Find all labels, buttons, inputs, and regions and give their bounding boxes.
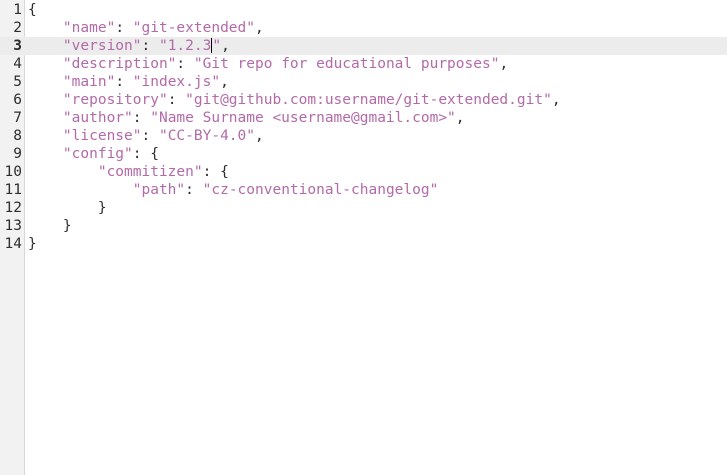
line-code[interactable]: { [28, 1, 37, 19]
json-punctuation-token: , [551, 92, 561, 108]
json-punctuation-token: , [455, 110, 465, 126]
line-number: 9 [13, 146, 22, 162]
line-code[interactable]: "description": "Git repo for educational… [28, 55, 508, 73]
json-string-token: "commitizen" [97, 164, 203, 180]
line-code[interactable]: } [28, 235, 37, 253]
code-line[interactable]: 10 "commitizen": { [0, 163, 727, 181]
json-punctuation-token: : [176, 56, 194, 72]
json-punctuation-token: } [28, 236, 37, 252]
json-punctuation-token: : { [202, 164, 229, 180]
json-string-token: "license" [62, 128, 142, 144]
json-punctuation-token: , [255, 128, 264, 144]
line-number: 14 [4, 236, 22, 252]
json-string-token: "config" [62, 146, 133, 162]
json-punctuation-token [28, 92, 63, 108]
code-line[interactable]: 6 "repository": "git@github.com:username… [0, 91, 727, 109]
line-number: 13 [4, 218, 22, 234]
json-string-token: " [212, 38, 222, 54]
line-number: 7 [13, 110, 22, 126]
json-punctuation-token [28, 128, 63, 144]
json-punctuation-token: : [141, 38, 159, 54]
code-line[interactable]: 12 } [0, 199, 727, 217]
json-string-token: "git@github.com:username/git-extended.gi… [185, 92, 552, 108]
json-string-token: "name" [62, 20, 116, 36]
code-line[interactable]: 9 "config": { [0, 145, 727, 163]
json-punctuation-token [28, 20, 63, 36]
json-punctuation-token: : [185, 182, 203, 198]
json-punctuation-token: , [220, 74, 229, 90]
json-punctuation-token [28, 38, 63, 54]
code-line[interactable]: 3 "version": "1.2.3", [0, 37, 727, 55]
line-code[interactable]: } [28, 199, 107, 217]
json-punctuation-token [28, 56, 63, 72]
json-punctuation-token: , [255, 20, 264, 36]
code-editor[interactable]: 1{2 "name": "git-extended", 3 "version": … [0, 0, 727, 475]
line-number: 12 [4, 200, 22, 216]
line-number: 2 [13, 20, 22, 36]
code-line[interactable]: 8 "license": "CC-BY-4.0", [0, 127, 727, 145]
json-string-token: "Name Surname <username@gmail.com>" [150, 110, 456, 126]
line-number: 5 [13, 74, 22, 90]
json-string-token: "author" [62, 110, 133, 126]
code-line[interactable]: 1{ [0, 1, 727, 19]
json-string-token: "CC-BY-4.0" [158, 128, 255, 144]
json-punctuation-token: : [167, 92, 186, 108]
json-string-token: "cz-conventional-changelog" [202, 182, 439, 198]
line-number: 3 [13, 38, 22, 54]
json-punctuation-token [28, 74, 63, 90]
code-line[interactable]: 13 } [0, 217, 727, 235]
line-code[interactable]: "config": { [28, 145, 159, 163]
code-line[interactable]: 5 "main": "index.js", [0, 73, 727, 91]
json-punctuation-token: , [499, 56, 509, 72]
json-punctuation-token: , [221, 38, 230, 54]
json-punctuation-token [28, 146, 63, 162]
line-code[interactable]: "main": "index.js", [28, 73, 229, 91]
code-line[interactable]: 11 "path": "cz-conventional-changelog" [0, 181, 727, 199]
json-string-token: "index.js" [132, 74, 221, 90]
json-string-token: "path" [132, 182, 186, 198]
json-punctuation-token: } [28, 218, 72, 234]
line-code[interactable]: "commitizen": { [28, 163, 229, 181]
line-code[interactable]: } [28, 217, 72, 235]
json-punctuation-token: : { [132, 146, 159, 162]
line-number: 4 [13, 56, 22, 72]
line-number: 8 [13, 128, 22, 144]
line-number: 11 [4, 182, 22, 198]
json-string-token: "version" [62, 38, 142, 54]
json-string-token: "1.2.3 [158, 38, 212, 54]
line-number: 1 [13, 2, 22, 18]
json-string-token: "Git repo for educational purposes" [193, 56, 500, 72]
json-punctuation-token: { [28, 2, 37, 18]
code-line[interactable]: 4 "description": "Git repo for education… [0, 55, 727, 73]
line-code[interactable]: "version": "1.2.3", [28, 37, 230, 55]
line-code[interactable]: "name": "git-extended", [28, 19, 264, 37]
json-punctuation-token: : [132, 110, 151, 126]
code-line[interactable]: 7 "author": "Name Surname <username@gmai… [0, 109, 727, 127]
json-string-token: "description" [62, 56, 177, 72]
line-number: 10 [4, 164, 22, 180]
line-code[interactable]: "repository": "git@github.com:username/g… [28, 91, 561, 109]
json-punctuation-token: : [141, 128, 159, 144]
json-punctuation-token: : [115, 20, 133, 36]
json-string-token: "repository" [62, 92, 168, 108]
json-punctuation-token [28, 182, 133, 198]
json-punctuation-token: : [115, 74, 133, 90]
line-code[interactable]: "author": "Name Surname <username@gmail.… [28, 109, 465, 127]
json-punctuation-token: } [28, 200, 107, 216]
json-punctuation-token [28, 164, 98, 180]
code-line[interactable]: 14} [0, 235, 727, 253]
json-punctuation-token [28, 110, 63, 126]
json-string-token: "git-extended" [132, 20, 255, 36]
line-number: 6 [13, 92, 22, 108]
line-code[interactable]: "license": "CC-BY-4.0", [28, 127, 264, 145]
json-string-token: "main" [62, 74, 116, 90]
code-line[interactable]: 2 "name": "git-extended", [0, 19, 727, 37]
line-code[interactable]: "path": "cz-conventional-changelog" [28, 181, 439, 199]
